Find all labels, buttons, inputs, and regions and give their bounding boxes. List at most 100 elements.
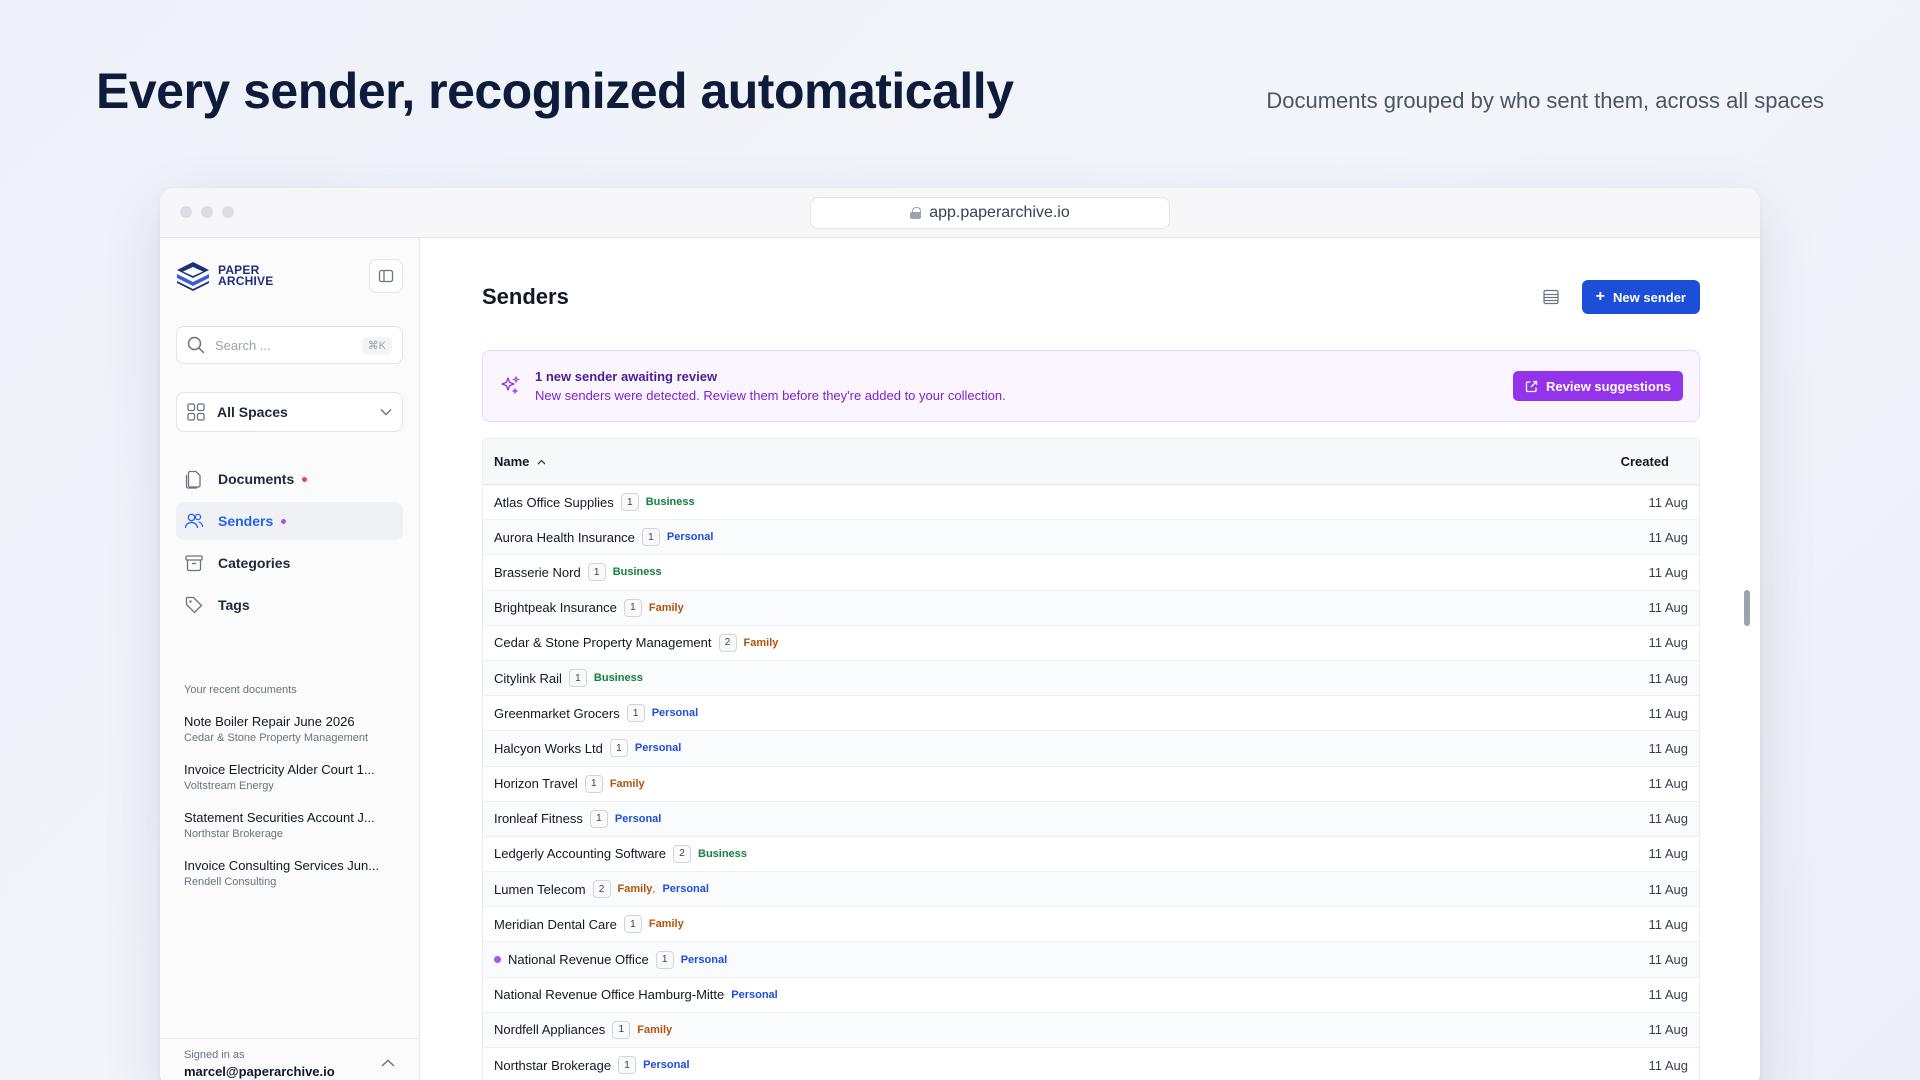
list-view-icon[interactable] [1542, 289, 1560, 305]
sender-name-cell: Northstar Brokerage 1 Personal [494, 1056, 690, 1075]
created-column-header[interactable]: Created [1621, 454, 1669, 469]
address-bar[interactable]: app.paperarchive.io [810, 197, 1170, 229]
space-tag: Family [637, 1023, 673, 1036]
sender-name: Nordfell Appliances [494, 1022, 606, 1038]
spaces-select-value: All Spaces [217, 404, 288, 420]
table-row[interactable]: Atlas Office Supplies 1 Business 11 Aug [483, 485, 1699, 521]
sender-name: Aurora Health Insurance [494, 529, 635, 545]
table-row[interactable]: Brightpeak Insurance 1 Family 11 Aug [483, 590, 1699, 626]
document-count-badge: 2 [718, 633, 737, 652]
space-tag: Personal [662, 883, 709, 896]
unread-dot [302, 476, 308, 482]
close-window-dot[interactable] [180, 206, 192, 218]
space-tag: Personal [614, 812, 662, 825]
hero-subtitle: Documents grouped by who sent them, acro… [1266, 88, 1824, 113]
sender-name: Lumen Telecom [494, 881, 586, 897]
sort-ascending-icon [537, 459, 546, 464]
created-date: 11 Aug [1648, 811, 1688, 827]
plus-icon: + [1595, 288, 1606, 305]
table-row[interactable]: Meridian Dental Care 1 Family 11 Aug [483, 907, 1699, 943]
table-row[interactable]: Nordfell Appliances 1 Family 11 Aug [483, 1012, 1699, 1048]
created-date: 11 Aug [1648, 705, 1688, 721]
hero-title: Every sender, recognized automatically [96, 63, 1014, 119]
space-tag: Personal [680, 953, 728, 966]
space-tag: Family [617, 883, 653, 896]
nav-label-senders: Senders [218, 513, 274, 529]
sender-name: Northstar Brokerage [494, 1057, 612, 1073]
sparkles-icon [501, 375, 520, 395]
external-link-icon [1525, 380, 1538, 392]
sender-name-cell: Ledgerly Accounting Software 2 Business [494, 844, 747, 863]
recent-document[interactable]: Invoice Consulting Services Jun... Rende… [176, 858, 403, 888]
collapse-sidebar-button[interactable] [369, 259, 403, 293]
minimize-window-dot[interactable] [201, 206, 213, 218]
table-row[interactable]: Horizon Travel 1 Family 11 Aug [483, 767, 1699, 802]
table-row[interactable]: Halcyon Works Ltd 1 Personal 11 Aug [483, 731, 1699, 767]
maximize-window-dot[interactable] [222, 206, 234, 218]
logo-wordmark: PAPER ARCHIVE [218, 263, 274, 288]
created-date: 11 Aug [1648, 916, 1688, 932]
review-suggestions-button[interactable]: Review suggestions [1513, 371, 1683, 401]
document-count-badge: 1 [618, 1056, 637, 1075]
created-date: 11 Aug [1648, 564, 1688, 580]
sender-name-cell: Ironleaf Fitness 1 Personal [494, 809, 662, 828]
created-date: 11 Aug [1648, 529, 1688, 545]
document-count-badge: 1 [587, 563, 606, 582]
search-icon [187, 336, 205, 354]
table-row[interactable]: Ironleaf Fitness 1 Personal 11 Aug [483, 801, 1699, 837]
created-date: 11 Aug [1648, 494, 1688, 510]
search-input[interactable]: Search ... ⌘K [176, 326, 403, 364]
sender-name: Brightpeak Insurance [494, 600, 617, 616]
table-row[interactable]: Greenmarket Grocers 1 Personal 11 Aug [483, 696, 1699, 732]
created-date: 11 Aug [1648, 776, 1688, 792]
sender-name-cell: Atlas Office Supplies 1 Business [494, 493, 695, 512]
sender-name: Halcyon Works Ltd [494, 740, 603, 756]
recent-document[interactable]: Statement Securities Account J... Norths… [176, 810, 403, 840]
nav-item-tags[interactable]: Tags [176, 586, 403, 624]
table-row[interactable]: Lumen Telecom 2 Family, Personal 11 Aug [483, 872, 1699, 908]
table-row[interactable]: Aurora Health Insurance 1 Personal 11 Aug [483, 520, 1699, 556]
sender-name: National Revenue Office [508, 952, 649, 968]
main-nav: Documents Senders Categories Tags [176, 460, 403, 624]
signed-in-label: Signed in as [184, 1049, 245, 1061]
table-row[interactable]: Northstar Brokerage 1 Personal 11 Aug [483, 1048, 1699, 1080]
main-content: Senders + New sender 1 new sender awaiti… [420, 238, 1760, 1080]
space-tag: Personal [731, 988, 778, 1001]
sender-name: Ironleaf Fitness [494, 811, 583, 827]
scrollbar-thumb[interactable] [1744, 590, 1750, 626]
nav-item-categories[interactable]: Categories [176, 544, 403, 582]
account-menu[interactable]: Signed in as marcel@paperarchive.io [160, 1038, 419, 1080]
recent-document[interactable]: Invoice Electricity Alder Court 1... Vol… [176, 762, 403, 792]
table-row[interactable]: National Revenue Office Hamburg-Mitte Per… [483, 978, 1699, 1013]
created-date: 11 Aug [1648, 1057, 1688, 1073]
nav-item-senders[interactable]: Senders [176, 502, 403, 540]
table-row[interactable]: National Revenue Office 1 Personal 11 Aug [483, 942, 1699, 978]
sender-name-cell: Brasserie Nord 1 Business [494, 563, 662, 582]
app-logo[interactable]: PAPER ARCHIVE [176, 261, 273, 291]
sender-name: Meridian Dental Care [494, 916, 617, 932]
recent-document[interactable]: Note Boiler Repair June 2026 Cedar & Sto… [176, 714, 403, 744]
table-row[interactable]: Cedar & Stone Property Management 2 Family… [483, 626, 1699, 661]
space-tag: Business [645, 496, 695, 509]
space-tag: Business [612, 566, 662, 579]
sort-by-name-header[interactable]: Name [494, 454, 546, 469]
sender-name-cell: Lumen Telecom 2 Family, Personal [494, 880, 709, 899]
nav-label-categories: Categories [218, 555, 291, 571]
new-sender-dot [494, 956, 501, 964]
table-row[interactable]: Citylink Rail 1 Business 11 Aug [483, 660, 1699, 697]
table-row[interactable]: Brasserie Nord 1 Business 11 Aug [483, 555, 1699, 591]
tag-separator: , [652, 883, 656, 896]
new-sender-button[interactable]: + New sender [1581, 280, 1700, 314]
search-placeholder: Search ... [215, 337, 271, 353]
sender-name-cell: Nordfell Appliances 1 Family [494, 1020, 673, 1039]
sender-name: Greenmarket Grocers [494, 705, 620, 721]
created-date: 11 Aug [1648, 635, 1688, 651]
table-header: Name Created [483, 439, 1699, 485]
spaces-select[interactable]: All Spaces [176, 392, 403, 432]
nav-item-documents[interactable]: Documents [176, 460, 403, 498]
table-row[interactable]: Ledgerly Accounting Software 2 Business 11 … [483, 837, 1699, 873]
sender-name-cell: Citylink Rail 1 Business [494, 669, 643, 688]
sender-name-cell: Horizon Travel 1 Family [494, 774, 645, 793]
paper-archive-logo-icon [177, 262, 209, 291]
created-date: 11 Aug [1648, 600, 1688, 616]
